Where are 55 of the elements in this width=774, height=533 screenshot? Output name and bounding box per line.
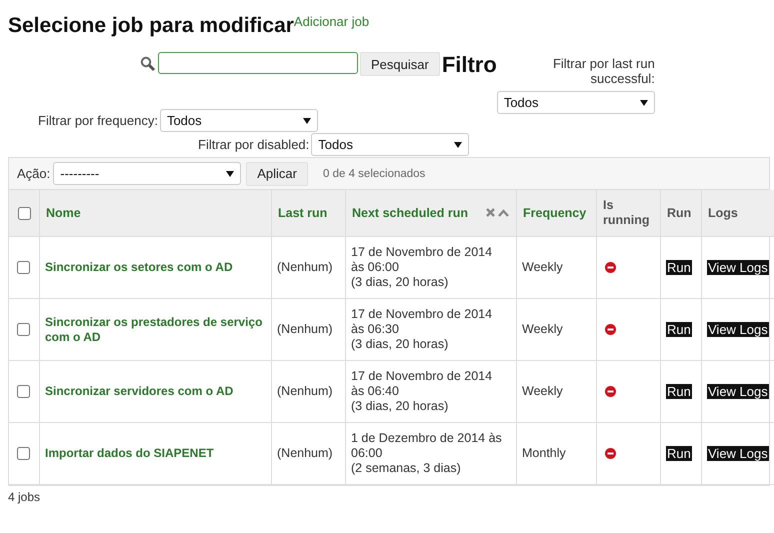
frequency-text: Weekly (522, 384, 563, 399)
job-name-link[interactable]: Sincronizar servidores com o AD (45, 384, 234, 399)
frequency-text: Weekly (522, 260, 563, 275)
frequency-text: Monthly (522, 446, 566, 461)
filter-select[interactable]: Todos (311, 133, 470, 156)
run-link[interactable]: Run (666, 322, 692, 337)
column-header: Is running (603, 198, 651, 228)
run-link[interactable]: Run (666, 260, 692, 275)
job-name-link[interactable]: Importar dados do SIAPENET (45, 446, 214, 461)
add-job-link[interactable]: Adicionar job (294, 14, 370, 29)
filter-select[interactable]: Todos (160, 109, 318, 132)
filter-select[interactable]: Todos (496, 91, 655, 114)
action-label: Ação: (17, 166, 50, 181)
last-run-text: (Nenhum) (277, 384, 333, 399)
last-run-text: (Nenhum) (277, 446, 333, 461)
view-logs-link[interactable]: View Logs (707, 384, 769, 399)
view-logs-link[interactable]: View Logs (707, 322, 769, 337)
run-link[interactable]: Run (666, 384, 692, 399)
row-checkbox[interactable] (17, 447, 30, 460)
dropdown-caret-icon (454, 142, 462, 148)
job-name-link[interactable]: Sincronizar os prestadores de serviço com o AD (45, 314, 266, 344)
selection-counter: 0 de 4 selecionados (323, 168, 426, 180)
column-header: Run (667, 206, 692, 220)
page-title: Selecione job para modificar (8, 14, 294, 38)
last-run-text: (Nenhum) (277, 260, 333, 275)
view-logs-link[interactable]: View Logs (707, 260, 769, 275)
filter-heading: Filtro (442, 52, 497, 78)
filter-label: Filtrar por frequency: (38, 113, 158, 128)
action-select[interactable]: --------- (53, 162, 242, 185)
search-field[interactable] (158, 52, 358, 74)
column-header: Logs (708, 206, 738, 220)
search-button[interactable]: Pesquisar (360, 52, 440, 76)
sort-controls-icon[interactable] (486, 208, 510, 218)
next-run-text: 17 de Novembro de 2014 às 06:40 (3 dias, 20 horas) (351, 369, 492, 414)
row-checkbox[interactable] (17, 323, 30, 336)
search-icon (140, 56, 156, 72)
dropdown-caret-icon (640, 100, 648, 106)
apply-button[interactable]: Aplicar (246, 162, 308, 186)
dropdown-caret-icon (302, 118, 311, 124)
filter-label: Filtrar por last run successful: (552, 56, 655, 86)
job-count: 4 jobs (8, 490, 42, 504)
next-run-text: 17 de Novembro de 2014 às 06:00 (3 dias, 20 horas) (351, 245, 492, 290)
row-checkbox[interactable] (17, 385, 30, 398)
job-name-link[interactable]: Sincronizar os setores com o AD (45, 260, 233, 275)
view-logs-link[interactable]: View Logs (707, 446, 769, 461)
filter-label: Filtrar por disabled: (198, 137, 310, 152)
select-all-checkbox[interactable] (18, 206, 31, 220)
next-run-text: 17 de Novembro de 2014 às 06:30 (3 dias, 20 horas) (351, 307, 492, 352)
last-run-text: (Nenhum) (277, 322, 333, 337)
frequency-text: Weekly (522, 322, 563, 337)
dropdown-caret-icon (226, 170, 234, 176)
sortable-column-header[interactable]: Nome (46, 206, 81, 220)
next-run-text: 1 de Dezembro de 2014 às 06:00 (2 semanas, 3 dias) (351, 431, 502, 476)
run-link[interactable]: Run (666, 446, 692, 461)
row-checkbox[interactable] (17, 261, 30, 274)
